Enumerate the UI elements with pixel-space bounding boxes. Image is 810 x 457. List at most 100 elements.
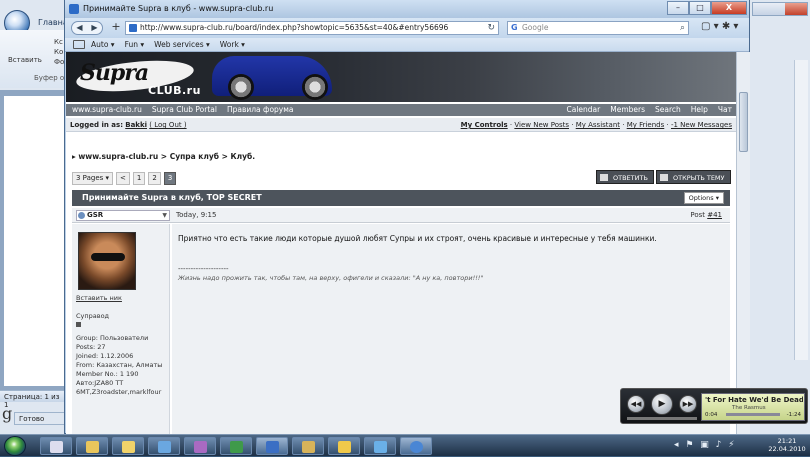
nav-help-link[interactable]: Help	[691, 104, 708, 116]
nav-rules-link[interactable]: Правила форума	[227, 104, 294, 116]
maximize-button[interactable]: □	[689, 1, 711, 15]
browser-window: Принимайте Supra в клуб - www.supra-club…	[64, 0, 750, 434]
member-group: Group: Пользователи	[76, 334, 149, 342]
start-button[interactable]	[4, 436, 26, 456]
word-close-button[interactable]	[785, 3, 807, 15]
post-link[interactable]: #41	[707, 211, 722, 219]
taskbar-app-3[interactable]	[112, 437, 144, 455]
page-3-current: 3	[163, 172, 177, 185]
back-button[interactable]: ◀	[72, 22, 87, 34]
breadcrumb[interactable]: ▸ www.supra-club.ru > Супра клуб > Клуб.	[72, 152, 255, 161]
avatar	[78, 232, 136, 290]
search-input[interactable]: G Google ⌕	[507, 21, 689, 35]
track-progress[interactable]	[726, 413, 780, 416]
author-name: GSR	[87, 211, 104, 219]
taskbar-hp-app[interactable]	[40, 437, 72, 455]
site-navigation: www.supra-club.ru Supra Club Portal Прав…	[66, 104, 736, 116]
site-logo-sub: CLUB.ru	[148, 84, 201, 97]
minimize-button[interactable]: –	[667, 1, 689, 15]
view-new-posts-link[interactable]: View New Posts	[514, 121, 569, 129]
word-page[interactable]	[4, 96, 64, 386]
taskbar-word[interactable]	[256, 437, 288, 455]
nav-members-link[interactable]: Members	[610, 104, 645, 116]
clock-time: 21:21	[777, 437, 797, 445]
copy-button[interactable]: Ко	[54, 48, 63, 56]
new-messages-link[interactable]: -1 New Messages	[671, 121, 732, 129]
nav-home-link[interactable]: www.supra-club.ru	[72, 104, 142, 116]
logout-link[interactable]: ( Log Out )	[149, 121, 186, 129]
bookmark-web-services[interactable]: Web services ▾	[154, 40, 210, 49]
word-ready-status: Готово	[14, 412, 68, 425]
play-button[interactable]: ▶	[651, 393, 673, 415]
taskbar-excel[interactable]	[220, 437, 252, 455]
nav-calendar-link[interactable]: Calendar	[567, 104, 601, 116]
author-dropdown[interactable]: GSR ▼	[76, 210, 170, 221]
signature-text: Жизнь надо прожить так, чтобы там, на ве…	[178, 274, 484, 282]
my-friends-link[interactable]: My Friends	[627, 121, 665, 129]
nav-search-link[interactable]: Search	[655, 104, 681, 116]
address-bar[interactable]: http://www.supra-club.ru/board/index.php…	[125, 21, 499, 35]
window-title: Принимайте Supra в клуб - www.supra-club…	[83, 4, 274, 13]
rank-pip-icon	[76, 322, 81, 327]
user-icon	[78, 212, 85, 219]
browser-titlebar[interactable]: Принимайте Supra в клуб - www.supra-club…	[65, 0, 749, 18]
page-2[interactable]: 2	[148, 172, 161, 185]
pages-dropdown[interactable]: 3 Pages ▾	[72, 172, 114, 185]
car-wheel	[302, 74, 328, 100]
post-header: GSR ▼ Today, 9:15 Post #41	[72, 208, 730, 223]
taskbar-app-8[interactable]	[292, 437, 324, 455]
bookmark-fun[interactable]: Fun ▾	[125, 40, 145, 49]
page-tools-menu[interactable]: ▢ ▾ ✱ ▾	[701, 21, 738, 32]
clock[interactable]: 21:21 22.04.2010	[766, 437, 808, 453]
taskbar-onenote[interactable]	[184, 437, 216, 455]
refresh-icon[interactable]: ↻	[487, 22, 495, 34]
word-window-right	[740, 0, 810, 390]
word-scrollbar[interactable]	[794, 60, 808, 360]
folder-icon	[338, 441, 351, 453]
forward-button[interactable]: ▶	[87, 22, 102, 34]
tray-icons[interactable]: ◂ ⚑ ▣ ♪ ⚡	[674, 440, 737, 450]
close-button[interactable]: X	[711, 1, 747, 15]
google-icon: G	[511, 23, 518, 32]
taskbar-app-10[interactable]	[364, 437, 396, 455]
nav-portal-link[interactable]: Supra Club Portal	[152, 104, 217, 116]
scrollbar-thumb[interactable]	[739, 92, 748, 152]
my-controls-link[interactable]: My Controls	[461, 121, 508, 129]
bookmark-auto[interactable]: Auto ▾	[91, 40, 115, 49]
bookmark-work[interactable]: Work ▾	[220, 40, 245, 49]
new-topic-button[interactable]: ОТКРЫТЬ ТЕМУ	[656, 170, 731, 184]
nav-chat-link[interactable]: Чат	[718, 104, 732, 116]
taskbar-app-9[interactable]	[328, 437, 360, 455]
reply-button[interactable]: ОТВЕТИТЬ	[596, 170, 654, 184]
site-logo[interactable]: Supra	[80, 60, 149, 86]
my-assistant-link[interactable]: My Assistant	[576, 121, 620, 129]
page-1[interactable]: 1	[132, 172, 146, 185]
taskbar-browser[interactable]	[400, 437, 432, 455]
paste-button[interactable]: Вставить	[8, 56, 42, 64]
word-window-controls[interactable]	[752, 2, 808, 16]
clock-date: 22.04.2010	[768, 445, 806, 453]
search-icon[interactable]: ⌕	[680, 22, 685, 34]
username-link[interactable]: Bakki	[125, 121, 147, 129]
format-painter-button[interactable]: Фо	[54, 58, 64, 66]
member-number: Member No.: 1 190	[76, 370, 139, 378]
previous-track-button[interactable]: ◀◀	[627, 395, 645, 413]
topic-title-bar: Принимайте Supra в клуб, TOP SECRET Opti…	[72, 190, 730, 206]
taskbar: ◂ ⚑ ▣ ♪ ⚡ 21:21 22.04.2010	[0, 434, 810, 456]
insert-nick-link[interactable]: Вставить ник	[76, 294, 122, 302]
taskbar-itunes[interactable]	[148, 437, 180, 455]
folder-icon	[86, 441, 99, 453]
page-favicon-icon	[129, 24, 137, 32]
bookmarks-icon[interactable]	[73, 40, 85, 49]
chevron-down-icon: ▼	[162, 212, 167, 219]
folder-icon	[302, 441, 315, 453]
page-prev[interactable]: <	[116, 172, 130, 185]
taskbar-explorer[interactable]	[76, 437, 108, 455]
volume-slider[interactable]	[627, 417, 697, 420]
web-page: Supra CLUB.ru www.supra-club.ru Supra Cl…	[66, 52, 736, 434]
cut-button[interactable]: Кс	[54, 38, 63, 46]
new-tab-button[interactable]: +	[109, 21, 123, 35]
next-track-button[interactable]: ▶▶	[679, 395, 697, 413]
page-scrollbar[interactable]	[736, 52, 750, 434]
options-dropdown[interactable]: Options ▾	[683, 192, 724, 204]
